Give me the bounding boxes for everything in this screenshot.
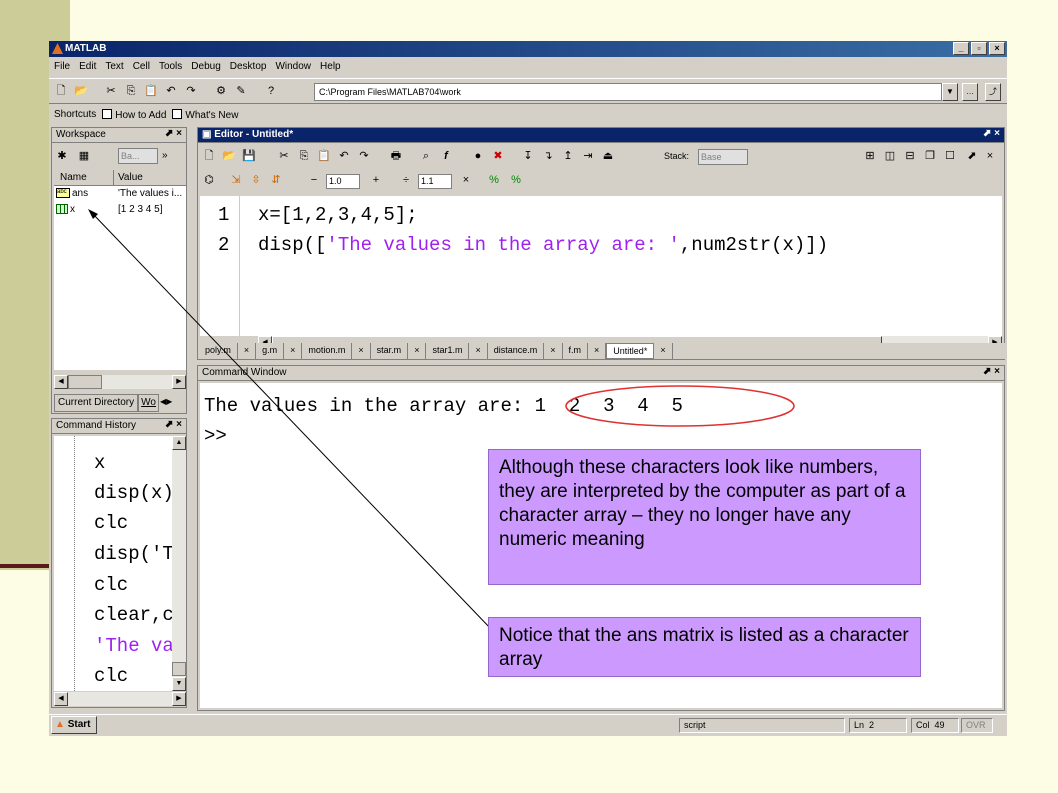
callout-character-array: Although these characters look like numb… [488, 449, 921, 585]
highlight-ellipse [565, 385, 795, 427]
annotation-arrow-line [91, 212, 493, 631]
callout-ans-matrix: Notice that the ans matrix is listed as … [488, 617, 921, 677]
